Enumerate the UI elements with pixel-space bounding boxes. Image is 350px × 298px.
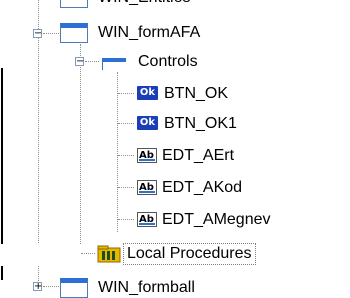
collapse-icon[interactable]: − bbox=[75, 57, 84, 67]
tree-line bbox=[118, 123, 134, 124]
edit-field-icon: Ab bbox=[137, 212, 157, 227]
folder-controls-icon bbox=[102, 58, 126, 70]
tree-item-label: WIN_formball bbox=[98, 279, 195, 296]
collapse-icon[interactable]: − bbox=[33, 29, 42, 39]
tree-item-label: Controls bbox=[138, 53, 198, 70]
tree-item-control[interactable]: Ok BTN_OK1 bbox=[0, 114, 350, 136]
tree-item-label: BTN_OK bbox=[164, 85, 229, 102]
tree-item-win-entitles[interactable]: WIN_Entitles bbox=[0, 0, 350, 8]
tree-item-control[interactable]: Ok BTN_OK bbox=[0, 84, 350, 106]
tree-item-controls[interactable]: − Controls bbox=[0, 52, 350, 74]
tree-item-label: Local Procedures bbox=[123, 243, 256, 265]
tree-item-win-formball[interactable]: + WIN_formball bbox=[0, 276, 350, 298]
tree-line bbox=[118, 187, 134, 188]
expand-icon[interactable]: + bbox=[33, 282, 42, 292]
tree-view[interactable]: WIN_Entitles − WIN_formAFA − Controls Ok… bbox=[0, 0, 350, 298]
tree-line bbox=[85, 61, 99, 62]
tree-item-control[interactable]: Ab EDT_AKod bbox=[0, 178, 350, 200]
tree-item-label: EDT_AErt bbox=[162, 147, 235, 164]
tree-item-local-procedures[interactable]: Local Procedures bbox=[0, 243, 350, 266]
procedures-icon bbox=[97, 245, 121, 263]
tree-item-label: WIN_Entitles bbox=[98, 0, 190, 8]
tree-line bbox=[118, 93, 134, 94]
tree-line bbox=[118, 155, 134, 156]
tree-item-label: WIN_formAFA bbox=[98, 24, 201, 41]
edit-field-icon: Ab bbox=[137, 180, 157, 195]
tree-line bbox=[118, 219, 134, 220]
window-icon bbox=[60, 278, 88, 298]
tree-item-win-formafa[interactable]: − WIN_formAFA bbox=[0, 22, 350, 44]
tree-item-label: EDT_AKod bbox=[162, 179, 243, 196]
window-icon bbox=[60, 23, 88, 43]
tree-line bbox=[43, 33, 59, 34]
tree-item-control[interactable]: Ab EDT_AMegnev bbox=[0, 210, 350, 232]
tree-line bbox=[43, 286, 59, 287]
tree-item-control[interactable]: Ab EDT_AErt bbox=[0, 146, 350, 168]
ok-button-icon: Ok bbox=[137, 116, 158, 130]
tree-item-label: EDT_AMegnev bbox=[162, 211, 271, 228]
window-icon bbox=[60, 0, 88, 8]
ok-button-icon: Ok bbox=[137, 86, 158, 100]
tree-item-label: BTN_OK1 bbox=[164, 115, 237, 132]
tree-line bbox=[81, 253, 95, 254]
edit-field-icon: Ab bbox=[137, 148, 157, 163]
